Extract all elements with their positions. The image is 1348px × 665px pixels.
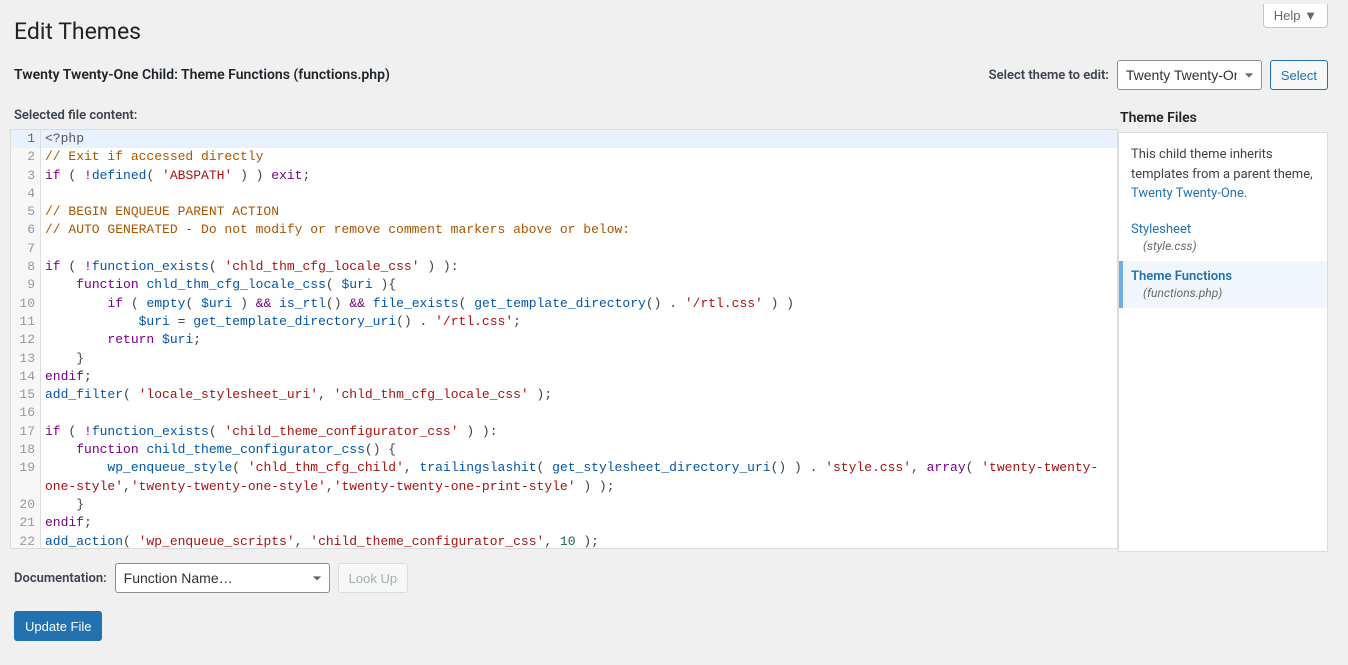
theme-files-panel: This child theme inherits templates from… — [1118, 132, 1328, 552]
line-number: 10 — [11, 295, 41, 313]
selected-file-label: Selected file content: — [14, 108, 1118, 123]
code-content[interactable]: if ( !function_exists( 'chld_thm_cfg_loc… — [41, 258, 1117, 276]
line-number: 5 — [11, 203, 41, 221]
line-number: 11 — [11, 313, 41, 331]
code-content[interactable]: function child_theme_configurator_css() … — [41, 441, 1117, 459]
line-number: 9 — [11, 276, 41, 294]
code-line[interactable]: 16 — [11, 404, 1117, 422]
code-line[interactable]: 15add_filter( 'locale_stylesheet_uri', '… — [11, 386, 1117, 404]
theme-file-link[interactable]: Stylesheet — [1131, 222, 1191, 237]
documentation-label: Documentation: — [14, 571, 107, 586]
theme-file-sub: (style.css) — [1131, 239, 1315, 253]
code-line[interactable]: 3if ( !defined( 'ABSPATH' ) ) exit; — [11, 167, 1117, 185]
select-button[interactable]: Select — [1270, 60, 1328, 90]
code-content[interactable]: function chld_thm_cfg_locale_css( $uri )… — [41, 276, 1117, 294]
code-content[interactable]: if ( empty( $uri ) && is_rtl() && file_e… — [41, 295, 1117, 313]
parent-theme-link[interactable]: Twenty Twenty-One — [1131, 186, 1244, 201]
theme-files-title: Theme Files — [1120, 110, 1328, 126]
code-line[interactable]: 20 } — [11, 496, 1117, 514]
code-line[interactable]: 11 $uri = get_template_directory_uri() .… — [11, 313, 1117, 331]
file-title: Twenty Twenty-One Child: Theme Functions… — [14, 67, 390, 83]
code-content[interactable]: endif; — [41, 368, 1117, 386]
line-number: 1 — [11, 130, 41, 148]
line-number: 15 — [11, 386, 41, 404]
code-content[interactable] — [41, 404, 1117, 422]
line-number: 8 — [11, 258, 41, 276]
code-line[interactable]: 19 wp_enqueue_style( 'chld_thm_cfg_child… — [11, 459, 1117, 496]
update-file-button[interactable]: Update File — [14, 611, 102, 641]
code-content[interactable]: } — [41, 496, 1117, 514]
code-content[interactable]: // AUTO GENERATED - Do not modify or rem… — [41, 221, 1117, 239]
line-number: 14 — [11, 368, 41, 386]
line-number: 19 — [11, 459, 41, 496]
theme-file-item[interactable]: Stylesheet (style.css) — [1119, 214, 1327, 261]
code-line[interactable]: 9 function chld_thm_cfg_locale_css( $uri… — [11, 276, 1117, 294]
code-line[interactable]: 7 — [11, 240, 1117, 258]
theme-files-description: This child theme inherits templates from… — [1119, 133, 1327, 214]
line-number: 2 — [11, 148, 41, 166]
line-number: 16 — [11, 404, 41, 422]
code-line[interactable]: 10 if ( empty( $uri ) && is_rtl() && fil… — [11, 295, 1117, 313]
code-line[interactable]: 13 } — [11, 350, 1117, 368]
code-content[interactable]: // Exit if accessed directly — [41, 148, 1117, 166]
code-line[interactable]: 1<?php — [11, 130, 1117, 148]
line-number: 20 — [11, 496, 41, 514]
code-line[interactable]: 6// AUTO GENERATED - Do not modify or re… — [11, 221, 1117, 239]
code-line[interactable]: 12 return $uri; — [11, 331, 1117, 349]
code-content[interactable]: } — [41, 350, 1117, 368]
code-line[interactable]: 14endif; — [11, 368, 1117, 386]
code-line[interactable]: 5// BEGIN ENQUEUE PARENT ACTION — [11, 203, 1117, 221]
code-content[interactable]: if ( !function_exists( 'child_theme_conf… — [41, 423, 1117, 441]
code-content[interactable]: endif; — [41, 514, 1117, 532]
code-content[interactable]: add_filter( 'locale_stylesheet_uri', 'ch… — [41, 386, 1117, 404]
help-button[interactable]: Help ▼ — [1263, 4, 1328, 28]
select-theme-label: Select theme to edit: — [989, 68, 1109, 83]
theme-select[interactable]: Twenty Twenty-One Child — [1117, 60, 1262, 90]
page-title: Edit Themes — [14, 18, 1328, 45]
line-number: 4 — [11, 185, 41, 203]
line-number: 7 — [11, 240, 41, 258]
code-content[interactable] — [41, 240, 1117, 258]
line-number: 12 — [11, 331, 41, 349]
code-content[interactable]: // BEGIN ENQUEUE PARENT ACTION — [41, 203, 1117, 221]
code-line[interactable]: 18 function child_theme_configurator_css… — [11, 441, 1117, 459]
code-line[interactable]: 21endif; — [11, 514, 1117, 532]
code-content[interactable]: <?php — [41, 130, 1117, 148]
code-content[interactable] — [41, 185, 1117, 203]
code-line[interactable]: 8if ( !function_exists( 'chld_thm_cfg_lo… — [11, 258, 1117, 276]
line-number: 18 — [11, 441, 41, 459]
code-line[interactable]: 2// Exit if accessed directly — [11, 148, 1117, 166]
theme-file-item[interactable]: Theme Functions (functions.php) — [1119, 261, 1327, 308]
code-content[interactable]: if ( !defined( 'ABSPATH' ) ) exit; — [41, 167, 1117, 185]
theme-file-link[interactable]: Theme Functions — [1131, 269, 1232, 284]
documentation-select[interactable]: Function Name… — [115, 563, 330, 593]
line-number: 17 — [11, 423, 41, 441]
code-content[interactable]: wp_enqueue_style( 'chld_thm_cfg_child', … — [41, 459, 1117, 496]
line-number: 22 — [11, 533, 41, 549]
line-number: 3 — [11, 167, 41, 185]
code-content[interactable]: return $uri; — [41, 331, 1117, 349]
code-line[interactable]: 22add_action( 'wp_enqueue_scripts', 'chi… — [11, 533, 1117, 549]
code-line[interactable]: 17if ( !function_exists( 'child_theme_co… — [11, 423, 1117, 441]
code-line[interactable]: 4 — [11, 185, 1117, 203]
code-editor[interactable]: 1<?php2// Exit if accessed directly3if (… — [10, 129, 1118, 549]
line-number: 21 — [11, 514, 41, 532]
lookup-button: Look Up — [338, 563, 408, 593]
code-content[interactable]: add_action( 'wp_enqueue_scripts', 'child… — [41, 533, 1117, 549]
code-content[interactable]: $uri = get_template_directory_uri() . '/… — [41, 313, 1117, 331]
line-number: 13 — [11, 350, 41, 368]
theme-file-sub: (functions.php) — [1131, 286, 1315, 300]
line-number: 6 — [11, 221, 41, 239]
